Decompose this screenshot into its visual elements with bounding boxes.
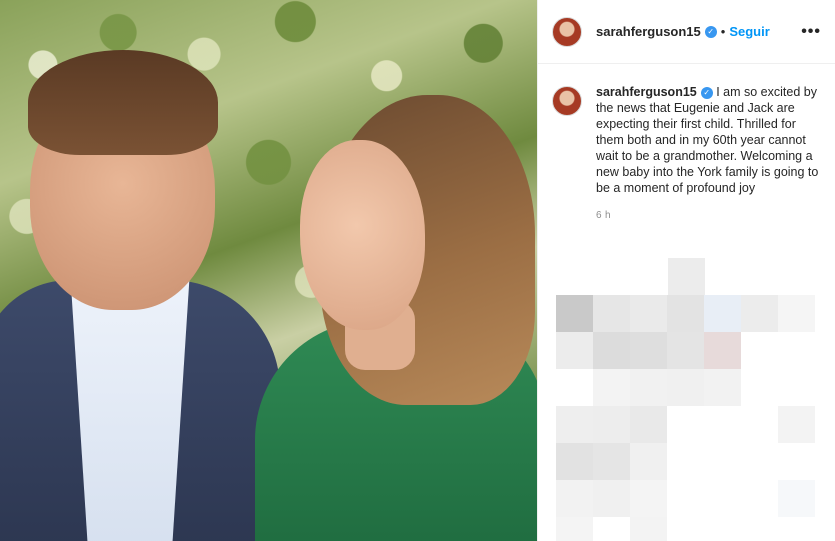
pixel-block [593,480,630,517]
pixel-block [593,443,630,480]
pixel-block [630,332,667,369]
instagram-post: sarahferguson15 ✓ • Seguir ••• sarahferg… [0,0,835,541]
post-photo[interactable] [0,0,537,541]
man-shirt [70,270,190,541]
pixel-block [630,443,667,480]
pixelated-comments-area [538,258,835,541]
follow-button[interactable]: Seguir [729,24,769,39]
pixel-block [630,369,667,406]
caption-text: sarahferguson15 ✓ I am so excited by the … [596,84,819,196]
pixel-block [778,480,815,517]
pixel-block [556,443,593,480]
avatar[interactable] [552,16,582,47]
pixel-block [593,406,630,443]
pixel-block [630,295,667,332]
pixel-block [630,480,667,517]
post-side-panel: sarahferguson15 ✓ • Seguir ••• sarahferg… [537,0,835,541]
username-link[interactable]: sarahferguson15 [596,24,701,39]
man-hair [28,50,218,155]
caption-row: sarahferguson15 ✓ I am so excited by the … [538,64,835,196]
pixel-block [667,295,704,332]
more-options-icon[interactable]: ••• [801,23,821,41]
post-timestamp[interactable]: 6 h [596,210,835,221]
pixel-block [668,258,705,295]
pixel-block [556,295,593,332]
post-header: sarahferguson15 ✓ • Seguir ••• [538,0,835,64]
pixel-block [593,332,630,369]
separator-dot: • [720,24,726,39]
pixel-block [704,332,741,369]
caption-body: I am so excited by the news that Eugenie… [596,85,819,195]
pixel-block [556,406,593,443]
pixel-block [667,369,704,406]
pixel-block [778,406,815,443]
pixel-block [704,295,741,332]
pixel-block [778,295,815,332]
pixel-block [556,517,593,541]
pixel-block [630,517,667,541]
verified-badge-icon: ✓ [704,25,717,38]
pixel-block [556,480,593,517]
pixel-block [556,332,593,369]
pixel-block [741,295,778,332]
caption-avatar[interactable] [552,86,582,116]
pixel-block [630,406,667,443]
pixel-block [593,295,630,332]
pixel-block [667,332,704,369]
caption-username-link[interactable]: sarahferguson15 [596,85,697,99]
pixel-block [704,369,741,406]
woman-face [300,140,425,330]
caption-verified-badge-icon: ✓ [700,86,713,99]
pixel-block [593,369,630,406]
